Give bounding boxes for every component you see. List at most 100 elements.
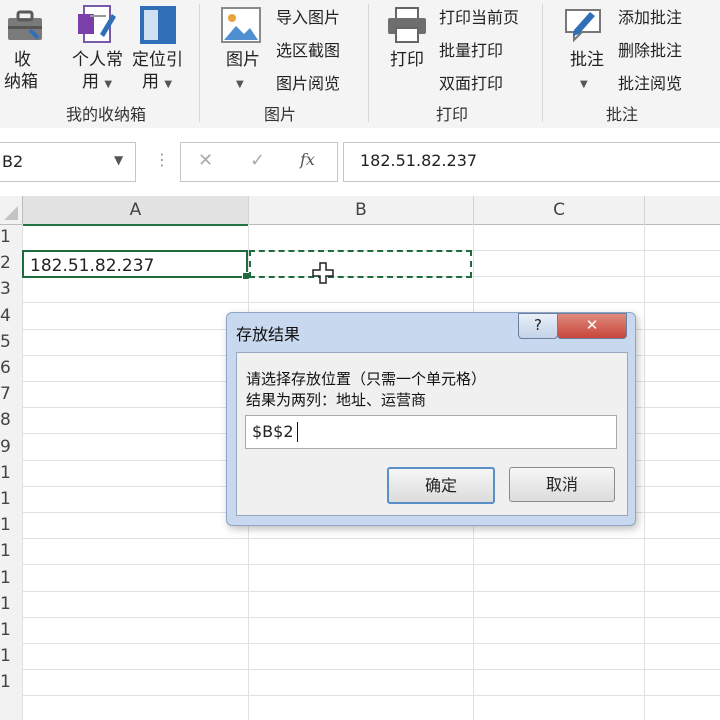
ok-button[interactable]: 确定 bbox=[387, 467, 495, 504]
cancel-icon[interactable]: ✕ bbox=[198, 150, 213, 171]
personal-favorites-label-top: 个人常 bbox=[72, 50, 123, 70]
comment-label: 批注 bbox=[570, 50, 604, 70]
row-header-6[interactable]: 6 bbox=[0, 355, 10, 381]
column-header-b[interactable]: B bbox=[249, 196, 474, 225]
row-header-5[interactable]: 5 bbox=[0, 329, 10, 355]
view-comment-label: 批注阅览 bbox=[618, 74, 683, 93]
group-label-storage: 我的收纳箱 bbox=[65, 105, 146, 124]
row-header-10[interactable]: 10 bbox=[0, 460, 10, 486]
row-header-11[interactable]: 11 bbox=[0, 486, 10, 512]
dialog-prompt-line2: 结果为两列：地址、运营商 bbox=[246, 391, 427, 409]
group-divider bbox=[368, 4, 369, 122]
confirm-icon[interactable]: ✓ bbox=[250, 150, 265, 171]
group-label-print: 打印 bbox=[435, 105, 468, 124]
row-header-18[interactable]: 18 bbox=[0, 669, 10, 695]
chevron-down-icon: ▼ bbox=[580, 79, 588, 90]
row-gridline bbox=[22, 538, 720, 539]
area-screenshot-label: 选区截图 bbox=[276, 41, 341, 60]
cross-cursor-icon bbox=[312, 262, 334, 284]
row-gridline bbox=[22, 695, 720, 696]
row-header-14[interactable]: 14 bbox=[0, 565, 10, 591]
chevron-down-icon: ▼ bbox=[236, 79, 244, 90]
chevron-down-icon[interactable]: ▼ bbox=[114, 153, 123, 167]
personal-favorites-label-bottom-text: 用 bbox=[82, 72, 99, 92]
locate-reference-label-top: 定位引 bbox=[132, 50, 183, 70]
row-header-7[interactable]: 7 bbox=[0, 381, 10, 407]
add-comment-label: 添加批注 bbox=[618, 8, 683, 27]
close-icon: ✕ bbox=[585, 316, 599, 334]
comment-pen-icon bbox=[565, 9, 601, 43]
locate-reference-button[interactable]: 定位引 用 ▼ bbox=[128, 0, 190, 98]
location-input[interactable]: $B$2 bbox=[245, 415, 617, 449]
formula-bar-grip-icon: ⋮ bbox=[154, 150, 170, 169]
row-header-9[interactable]: 9 bbox=[0, 434, 10, 460]
cancel-button[interactable]: 取消 bbox=[509, 467, 615, 502]
row-header-12[interactable]: 12 bbox=[0, 512, 10, 538]
chevron-down-icon: ▼ bbox=[164, 79, 173, 90]
print-button[interactable]: 打印 bbox=[380, 0, 436, 98]
picture-button[interactable]: 图片 ▼ bbox=[212, 0, 270, 98]
group-label-comment: 批注 bbox=[605, 105, 638, 124]
personal-favorites-label-bottom: 用 ▼ bbox=[82, 72, 112, 95]
column-gridline bbox=[22, 224, 23, 720]
row-gridline bbox=[22, 617, 720, 618]
row-header-17[interactable]: 17 bbox=[0, 643, 10, 669]
personal-favorites-button[interactable]: 个人常 用 ▼ bbox=[66, 0, 128, 98]
ribbon: 收 纳箱 个人常 用 ▼ 定位引 用 ▼ 我的收纳箱 图片 ▼ 导入图片 选区截… bbox=[0, 0, 720, 129]
formula-value: 182.51.82.237 bbox=[360, 151, 478, 170]
chevron-down-icon: ▼ bbox=[104, 79, 113, 90]
duplex-print-label: 双面打印 bbox=[439, 74, 504, 93]
dialog-title: 存放结果 bbox=[236, 325, 301, 344]
row-header-15[interactable]: 15 bbox=[0, 591, 10, 617]
help-button[interactable]: ? bbox=[518, 313, 558, 339]
row-header-4[interactable]: 4 bbox=[0, 303, 10, 329]
personal-favorites-icon bbox=[78, 5, 116, 43]
row-gridline bbox=[22, 591, 720, 592]
row-gridline bbox=[22, 302, 720, 303]
row-header-3[interactable]: 3 bbox=[0, 276, 10, 302]
help-icon: ? bbox=[534, 316, 542, 334]
column-header-d[interactable] bbox=[645, 196, 720, 225]
locate-reference-label-bottom-text: 用 bbox=[142, 72, 159, 92]
toolbox-label-bottom: 纳箱 bbox=[4, 72, 38, 92]
row-header-1[interactable]: 1 bbox=[0, 224, 10, 250]
import-picture-label: 导入图片 bbox=[276, 8, 341, 27]
dialog-prompt-line1: 请选择存放位置（只需一个单元格） bbox=[246, 370, 487, 388]
picture-label: 图片 bbox=[226, 50, 260, 70]
row-header-16[interactable]: 16 bbox=[0, 617, 10, 643]
column-gridline bbox=[644, 224, 645, 720]
cell-b2-selection[interactable] bbox=[249, 250, 472, 278]
row-header-8[interactable]: 8 bbox=[0, 407, 10, 433]
row-header-13[interactable]: 13 bbox=[0, 538, 10, 564]
row-header-2[interactable]: 2 bbox=[0, 250, 10, 276]
row-gridline bbox=[22, 669, 720, 670]
delete-comment-label: 删除批注 bbox=[618, 41, 683, 60]
group-label-picture: 图片 bbox=[263, 105, 296, 124]
select-all-corner[interactable] bbox=[0, 196, 23, 225]
name-box-value: B2 bbox=[2, 152, 24, 171]
text-caret bbox=[297, 422, 298, 442]
locate-reference-icon bbox=[140, 6, 176, 44]
location-input-value: $B$2 bbox=[252, 422, 294, 441]
select-all-triangle-icon bbox=[4, 206, 18, 220]
comment-button[interactable]: 批注 ▼ bbox=[556, 0, 612, 98]
cell-a2-value: 182.51.82.237 bbox=[30, 256, 155, 276]
print-current-page-label: 打印当前页 bbox=[439, 8, 520, 27]
row-gridline bbox=[22, 564, 720, 565]
cell-a2[interactable]: 182.51.82.237 bbox=[22, 250, 250, 280]
toolbox-icon bbox=[8, 10, 42, 40]
printer-icon bbox=[388, 7, 426, 43]
group-divider bbox=[542, 4, 543, 122]
row-gridline bbox=[22, 643, 720, 644]
column-header-c[interactable]: C bbox=[474, 196, 645, 225]
column-header-a[interactable]: A bbox=[23, 196, 249, 226]
toolbox-label-top: 收 bbox=[14, 50, 31, 70]
picture-view-label: 图片阅览 bbox=[276, 74, 341, 93]
locate-reference-label-bottom: 用 ▼ bbox=[142, 72, 172, 95]
picture-icon bbox=[221, 7, 261, 43]
group-divider bbox=[199, 4, 200, 122]
close-button[interactable]: ✕ bbox=[557, 313, 627, 339]
print-label: 打印 bbox=[390, 50, 424, 70]
insert-function-icon[interactable]: fx bbox=[300, 150, 315, 169]
toolbox-button[interactable]: 收 纳箱 bbox=[0, 0, 50, 98]
